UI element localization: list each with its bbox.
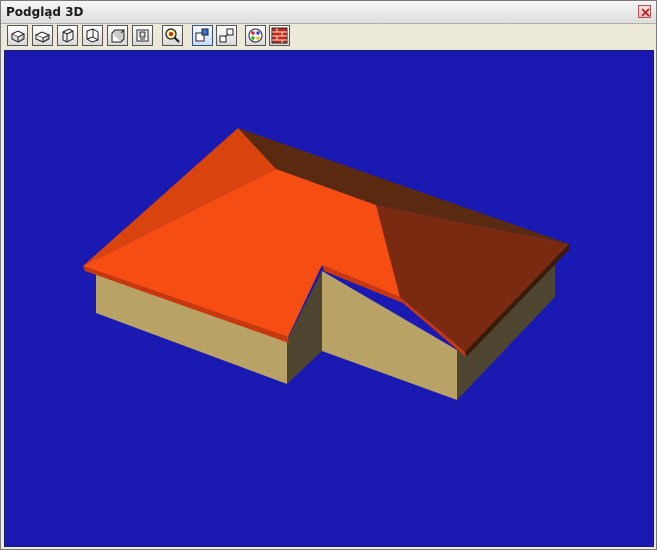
color-button[interactable]	[245, 25, 266, 46]
view-top-button[interactable]	[7, 25, 28, 46]
zoom-button[interactable]	[162, 25, 183, 46]
view-left-button[interactable]	[57, 25, 78, 46]
view-front-button[interactable]	[32, 25, 53, 46]
preview-3d-window: Podgląd 3D	[0, 0, 657, 550]
3d-viewport[interactable]	[4, 50, 654, 547]
view-back-icon	[111, 29, 125, 43]
close-icon	[641, 8, 650, 17]
view-iso-icon	[136, 29, 149, 42]
view-back-button[interactable]	[107, 25, 128, 46]
view-right-icon	[86, 28, 99, 43]
select-mode-button[interactable]	[192, 25, 213, 46]
select-icon	[195, 28, 209, 42]
rotate-icon	[219, 28, 234, 43]
view-right-button[interactable]	[82, 25, 103, 46]
view-left-icon	[62, 28, 74, 43]
brick-wall-icon	[271, 27, 288, 44]
close-button[interactable]	[638, 5, 651, 18]
title-bar[interactable]: Podgląd 3D	[1, 1, 656, 24]
magnifier-icon	[165, 28, 180, 43]
rotate-mode-button[interactable]	[216, 25, 237, 46]
house-3d-model	[83, 128, 570, 400]
toolbar	[4, 24, 654, 48]
view-top-icon	[10, 30, 26, 43]
texture-button[interactable]	[269, 25, 290, 46]
view-front-icon	[34, 31, 51, 43]
window-title: Podgląd 3D	[6, 5, 84, 19]
view-iso-button[interactable]	[132, 25, 153, 46]
palette-icon	[248, 28, 263, 43]
